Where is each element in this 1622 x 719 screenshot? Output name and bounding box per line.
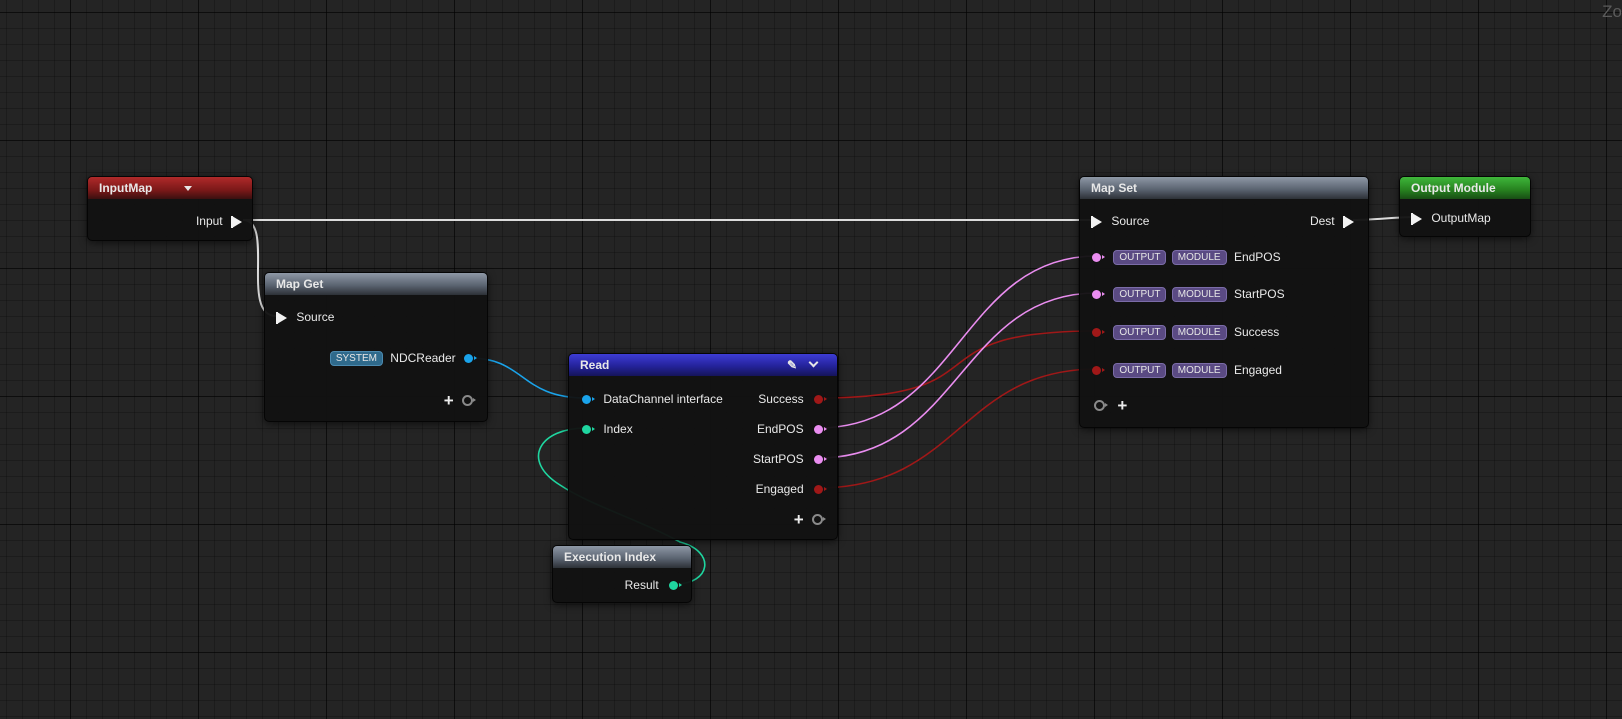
interface-pin-icon[interactable] bbox=[582, 395, 595, 405]
output-module-title: Output Module bbox=[1411, 181, 1496, 195]
module-tag: MODULE bbox=[1171, 250, 1227, 266]
mapget-header[interactable]: Map Get bbox=[265, 273, 487, 295]
zoom-label: Zo bbox=[1602, 2, 1622, 21]
edit-icon[interactable]: ✎ bbox=[787, 354, 797, 376]
interface-pin-icon[interactable] bbox=[464, 354, 477, 364]
exec-pin-icon[interactable] bbox=[1343, 215, 1354, 228]
output-module-header[interactable]: Output Module bbox=[1400, 177, 1530, 199]
mapset-source-pin-row[interactable]: Source bbox=[1091, 213, 1150, 229]
pin-label: Engaged bbox=[755, 482, 804, 496]
pin-label: EndPOS bbox=[1233, 250, 1281, 264]
execution-index-node[interactable]: Execution Index Result bbox=[552, 545, 692, 603]
wire-endpos-to-mapset bbox=[817, 255, 1098, 429]
pin-label: Input bbox=[195, 214, 223, 228]
read-header[interactable]: Read ✎ bbox=[569, 354, 837, 376]
output-module-node[interactable]: Output Module OutputMap bbox=[1399, 176, 1531, 237]
inputmap-title: InputMap bbox=[99, 181, 153, 195]
mapset-param-row[interactable]: OUTPUT MODULE Engaged bbox=[1092, 362, 1282, 379]
pin-label: Success bbox=[758, 392, 804, 406]
mapset-title: Map Set bbox=[1091, 181, 1138, 195]
bool-pin-icon[interactable] bbox=[1092, 328, 1105, 338]
add-pin-icon[interactable]: + bbox=[794, 510, 804, 529]
wire-success-to-mapset bbox=[817, 330, 1098, 399]
pin-label: Dest bbox=[1309, 214, 1335, 228]
empty-pin-icon[interactable] bbox=[462, 395, 476, 407]
mapset-param-row[interactable]: OUTPUT MODULE EndPOS bbox=[1092, 249, 1281, 266]
execution-index-header[interactable]: Execution Index bbox=[553, 546, 691, 568]
execution-index-title: Execution Index bbox=[564, 550, 657, 564]
execution-index-result-pin-row[interactable]: Result bbox=[624, 577, 682, 593]
mapget-source-pin-row[interactable]: Source bbox=[276, 309, 335, 325]
read-endpos-pin-row[interactable]: EndPOS bbox=[756, 421, 827, 437]
add-pin-icon[interactable]: + bbox=[444, 391, 454, 410]
output-tag: OUTPUT bbox=[1113, 250, 1167, 266]
mapget-add-pin-row[interactable]: + bbox=[444, 391, 476, 410]
mapset-add-pin-row[interactable]: + bbox=[1094, 396, 1127, 415]
pin-label: Source bbox=[1111, 214, 1150, 228]
pin-label: OutputMap bbox=[1431, 211, 1491, 225]
int-pin-icon[interactable] bbox=[669, 581, 682, 591]
pin-label: StartPOS bbox=[752, 452, 804, 466]
bool-pin-icon[interactable] bbox=[814, 395, 827, 405]
vector-pin-icon[interactable] bbox=[814, 455, 827, 465]
add-pin-icon[interactable]: + bbox=[1117, 396, 1127, 415]
read-title: Read bbox=[580, 358, 610, 372]
pin-label: Success bbox=[1233, 325, 1280, 339]
read-index-pin-row[interactable]: Index bbox=[582, 421, 633, 437]
inputmap-node[interactable]: InputMap Input bbox=[87, 176, 253, 241]
chevron-down-icon[interactable] bbox=[184, 177, 192, 199]
vector-pin-icon[interactable] bbox=[1092, 290, 1105, 300]
pin-label: Result bbox=[624, 578, 659, 592]
output-tag: OUTPUT bbox=[1113, 325, 1167, 341]
read-success-pin-row[interactable]: Success bbox=[758, 391, 827, 407]
exec-pin-icon[interactable] bbox=[231, 215, 242, 228]
int-pin-icon[interactable] bbox=[582, 425, 595, 435]
mapset-dest-pin-row[interactable]: Dest bbox=[1310, 213, 1354, 229]
mapset-header[interactable]: Map Set bbox=[1080, 177, 1368, 199]
pin-label: StartPOS bbox=[1233, 287, 1285, 301]
pin-label: DataChannel interface bbox=[603, 392, 723, 406]
exec-pin-icon[interactable] bbox=[1091, 215, 1102, 228]
pin-label: Source bbox=[296, 310, 335, 324]
read-engaged-pin-row[interactable]: Engaged bbox=[755, 481, 827, 497]
inputmap-input-pin-row[interactable]: Input bbox=[196, 213, 242, 229]
mapset-node[interactable]: Map Set Source Dest OUTPUT MODULE EndPOS… bbox=[1079, 176, 1369, 428]
module-tag: MODULE bbox=[1171, 363, 1227, 379]
read-startpos-pin-row[interactable]: StartPOS bbox=[752, 451, 827, 467]
output-tag: OUTPUT bbox=[1113, 287, 1167, 303]
pin-label: Index bbox=[603, 422, 633, 436]
bool-pin-icon[interactable] bbox=[814, 485, 827, 495]
mapget-ndcreader-pin-row[interactable]: SYSTEM NDCReader bbox=[329, 350, 477, 367]
pin-label: EndPOS bbox=[756, 422, 804, 436]
empty-pin-icon[interactable] bbox=[812, 514, 826, 526]
mapset-param-row[interactable]: OUTPUT MODULE StartPOS bbox=[1092, 286, 1285, 303]
pin-label: NDCReader bbox=[390, 351, 456, 365]
exec-pin-icon[interactable] bbox=[1411, 212, 1422, 225]
system-tag: SYSTEM bbox=[329, 351, 383, 367]
module-tag: MODULE bbox=[1171, 287, 1227, 303]
wire-startpos-to-mapset bbox=[817, 292, 1098, 459]
mapget-node[interactable]: Map Get Source SYSTEM NDCReader + bbox=[264, 272, 488, 422]
inputmap-header[interactable]: InputMap bbox=[88, 177, 252, 199]
mapget-title: Map Get bbox=[276, 277, 324, 291]
wire-engaged-to-mapset bbox=[817, 368, 1098, 489]
vector-pin-icon[interactable] bbox=[814, 425, 827, 435]
pin-label: Engaged bbox=[1233, 363, 1282, 377]
mapset-param-row[interactable]: OUTPUT MODULE Success bbox=[1092, 324, 1280, 341]
output-tag: OUTPUT bbox=[1113, 363, 1167, 379]
exec-pin-icon[interactable] bbox=[276, 311, 287, 324]
read-add-pin-row[interactable]: + bbox=[794, 510, 826, 529]
read-datachannel-pin-row[interactable]: DataChannel interface bbox=[582, 391, 723, 407]
chevron-down-icon[interactable] bbox=[808, 357, 819, 368]
read-node[interactable]: Read ✎ DataChannel interface Index Succe… bbox=[568, 353, 838, 540]
bool-pin-icon[interactable] bbox=[1092, 366, 1105, 376]
output-module-pin-row[interactable]: OutputMap bbox=[1411, 210, 1491, 226]
empty-pin-icon[interactable] bbox=[1094, 400, 1108, 412]
vector-pin-icon[interactable] bbox=[1092, 253, 1105, 263]
module-tag: MODULE bbox=[1171, 325, 1227, 341]
